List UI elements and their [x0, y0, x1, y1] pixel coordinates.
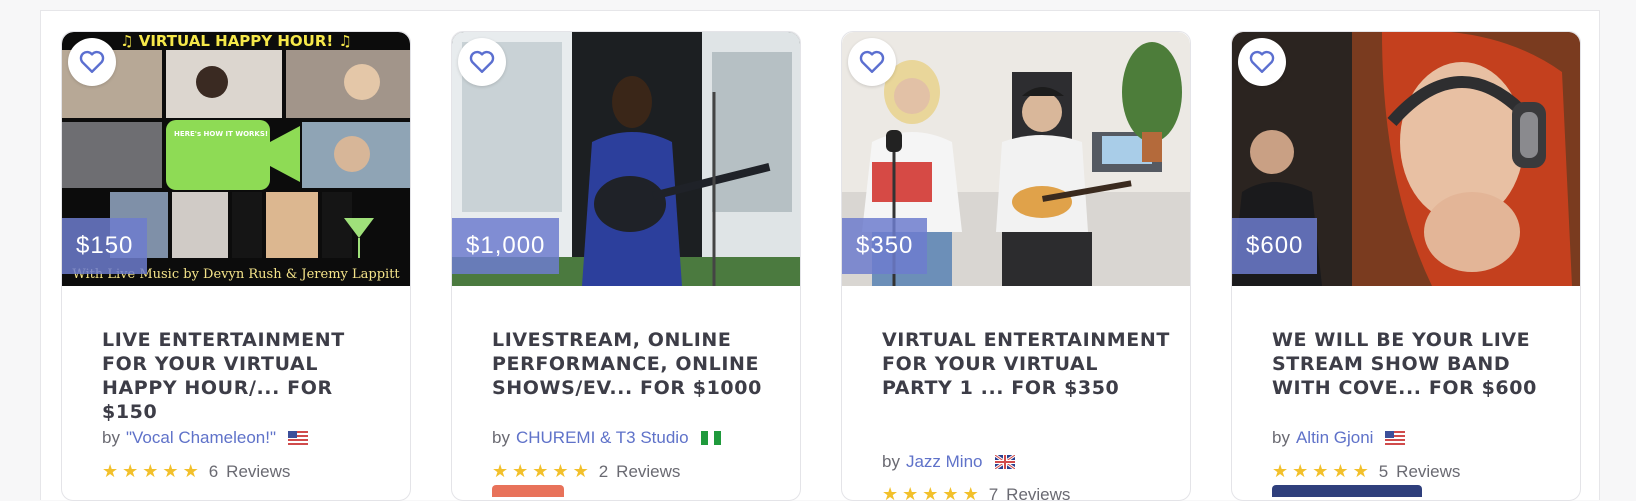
- star-icon: ★: [1312, 461, 1328, 482]
- favorite-button[interactable]: [458, 38, 506, 86]
- reviews-label: Reviews: [226, 462, 290, 482]
- us-flag-icon: [288, 431, 308, 445]
- nigeria-flag-icon: [701, 431, 721, 445]
- star-icon: ★: [963, 484, 979, 501]
- banner-top-text: ♫ VIRTUAL HAPPY HOUR! ♫: [120, 32, 352, 50]
- tag-badge: [492, 485, 564, 497]
- star-icon: ★: [102, 461, 118, 482]
- star-icon: ★: [552, 461, 568, 482]
- by-label: by: [1272, 428, 1290, 448]
- listing-card[interactable]: $1,000 Livestream, Online Performance, O…: [451, 31, 801, 501]
- star-icon: ★: [122, 461, 138, 482]
- star-icon: ★: [882, 484, 898, 501]
- rating: ★ ★ ★ ★ ★ 6 Reviews: [102, 461, 290, 482]
- price-badge: $150: [62, 218, 147, 274]
- review-count: 6: [209, 462, 218, 482]
- star-icon: ★: [942, 484, 958, 501]
- star-icon: ★: [162, 461, 178, 482]
- byline: by Jazz Mino: [882, 452, 1015, 472]
- review-count: 5: [1379, 462, 1388, 482]
- star-icon: ★: [1332, 461, 1348, 482]
- heart-icon: [469, 50, 495, 74]
- price-badge: $600: [1232, 218, 1317, 274]
- reviews-label: Reviews: [1006, 485, 1070, 501]
- poster-text: HERE's HOW IT WORKS!: [174, 130, 268, 138]
- listing-card[interactable]: ♫ VIRTUAL HAPPY HOUR! ♫ With Live Music …: [61, 31, 411, 501]
- artist-link[interactable]: "Vocal Chameleon!": [126, 428, 276, 448]
- heart-icon: [79, 50, 105, 74]
- by-label: by: [492, 428, 510, 448]
- favorite-button[interactable]: [68, 38, 116, 86]
- star-icon: ★: [1353, 461, 1369, 482]
- star-icon: ★: [902, 484, 918, 501]
- tag-badge: [1272, 485, 1422, 497]
- by-label: by: [882, 452, 900, 472]
- byline: by "Vocal Chameleon!": [102, 428, 308, 448]
- artist-link[interactable]: CHUREMI & T3 Studio: [516, 428, 689, 448]
- price-badge: $350: [842, 218, 927, 274]
- listing-title[interactable]: Livestream, Online Performance, Online S…: [492, 328, 782, 400]
- review-count: 7: [989, 485, 998, 501]
- reviews-label: Reviews: [616, 462, 680, 482]
- listing-title[interactable]: Live Entertainment for Your Virtual Happ…: [102, 328, 392, 424]
- star-icon: ★: [512, 461, 528, 482]
- artist-link[interactable]: Jazz Mino: [906, 452, 983, 472]
- favorite-button[interactable]: [848, 38, 896, 86]
- star-icon: ★: [922, 484, 938, 501]
- heart-icon: [1249, 50, 1275, 74]
- star-icon: ★: [532, 461, 548, 482]
- listing-card[interactable]: $350 Virtual Entertainment for Your Virt…: [841, 31, 1191, 501]
- reviews-label: Reviews: [1396, 462, 1460, 482]
- byline: by CHUREMI & T3 Studio: [492, 428, 721, 448]
- byline: by Altin Gjoni: [1272, 428, 1405, 448]
- star-icon: ★: [142, 461, 158, 482]
- star-icon: ★: [492, 461, 508, 482]
- listing-title[interactable]: We Will Be Your Live Stream Show Band wi…: [1272, 328, 1562, 400]
- artist-link[interactable]: Altin Gjoni: [1296, 428, 1373, 448]
- star-icon: ★: [183, 461, 199, 482]
- heart-icon: [859, 50, 885, 74]
- rating: ★ ★ ★ ★ ★ 7 Reviews: [882, 484, 1070, 501]
- listing-title[interactable]: Virtual Entertainment for Your Virtual P…: [882, 328, 1172, 400]
- rating: ★ ★ ★ ★ ★ 2 Reviews: [492, 461, 680, 482]
- review-count: 2: [599, 462, 608, 482]
- by-label: by: [102, 428, 120, 448]
- price-badge: $1,000: [452, 218, 559, 274]
- us-flag-icon: [1385, 431, 1405, 445]
- favorite-button[interactable]: [1238, 38, 1286, 86]
- star-icon: ★: [1292, 461, 1308, 482]
- star-icon: ★: [1272, 461, 1288, 482]
- star-icon: ★: [573, 461, 589, 482]
- listing-card[interactable]: $600 We Will Be Your Live Stream Show Ba…: [1231, 31, 1581, 501]
- rating: ★ ★ ★ ★ ★ 5 Reviews: [1272, 461, 1460, 482]
- uk-flag-icon: [995, 455, 1015, 469]
